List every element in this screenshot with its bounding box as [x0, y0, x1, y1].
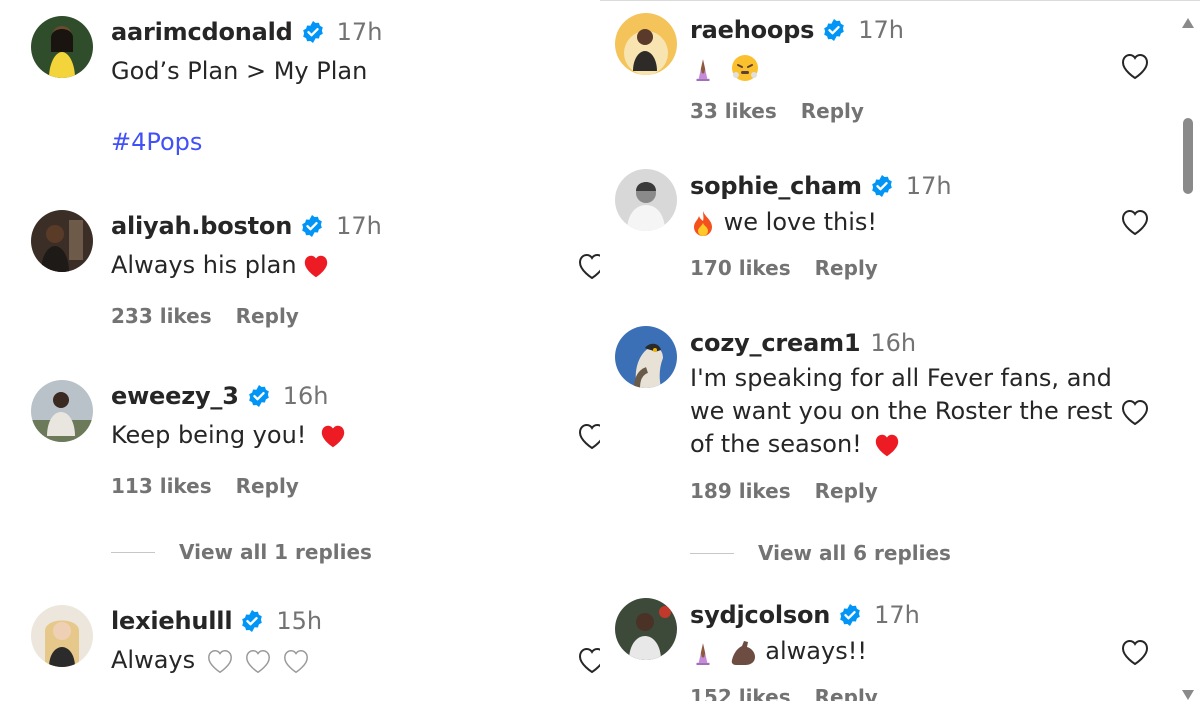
- comment-text: Always: [111, 644, 311, 677]
- like-heart-icon[interactable]: [1119, 51, 1151, 81]
- comment-text: Always his plan: [111, 249, 331, 282]
- like-heart-icon[interactable]: [576, 421, 600, 451]
- comment-text: [690, 51, 760, 84]
- verified-badge-icon: [247, 384, 271, 408]
- hashtag-link[interactable]: #4Pops: [111, 128, 202, 156]
- like-heart-icon[interactable]: [1119, 637, 1151, 667]
- username[interactable]: eweezy_3: [111, 382, 239, 410]
- username[interactable]: lexiehulll: [111, 607, 233, 635]
- white-heart-icon: [205, 647, 235, 675]
- username[interactable]: aarimcdonald: [111, 18, 293, 46]
- verified-badge-icon: [838, 603, 862, 627]
- like-heart-icon[interactable]: [576, 645, 600, 675]
- flexed-biceps-icon: [731, 641, 755, 665]
- comment-text-content: always!!: [765, 637, 867, 665]
- comment-text-content: we love this!: [723, 208, 878, 236]
- likes-count[interactable]: 170 likes: [690, 256, 791, 280]
- reply-button[interactable]: Reply: [801, 99, 864, 123]
- comment-text-content: Always: [111, 646, 196, 674]
- comment-text-content: Always his plan: [111, 251, 297, 279]
- scrollbar[interactable]: [1176, 0, 1200, 700]
- comment-text: God’s Plan > My Plan: [111, 57, 368, 85]
- likes-count[interactable]: 152 likes: [690, 685, 791, 701]
- right-comments-pane: raehoops 17h 33 likes Reply sophie_cham …: [600, 0, 1200, 701]
- divider-line: [690, 552, 734, 554]
- avatar[interactable]: [615, 598, 677, 660]
- scrollbar-thumb[interactable]: [1183, 118, 1193, 194]
- white-heart-icon: [243, 647, 273, 675]
- likes-count[interactable]: 33 likes: [690, 99, 777, 123]
- view-replies-label: View all 6 replies: [758, 541, 951, 565]
- username[interactable]: raehoops: [690, 16, 814, 44]
- verified-badge-icon: [301, 20, 325, 44]
- scroll-up-arrow-icon[interactable]: [1182, 18, 1194, 28]
- like-heart-icon[interactable]: [576, 251, 600, 281]
- red-heart-icon: [301, 252, 331, 280]
- verified-badge-icon: [822, 18, 846, 42]
- comment-text-content: of the season!: [690, 430, 862, 458]
- username[interactable]: sophie_cham: [690, 172, 862, 200]
- comment-time[interactable]: 17h: [336, 212, 382, 240]
- comment-text-content: Keep being you!: [111, 421, 307, 449]
- praying-hands-icon: [690, 54, 716, 82]
- comment-time[interactable]: 16h: [870, 329, 916, 357]
- comment-text-line-3: of the season!: [690, 428, 902, 461]
- left-comments-pane: aarimcdonald 17h God’s Plan > My Plan #4…: [0, 0, 600, 700]
- comment-time[interactable]: 16h: [283, 382, 329, 410]
- avatar[interactable]: [31, 16, 93, 78]
- verified-badge-icon: [300, 214, 324, 238]
- like-heart-icon[interactable]: [1119, 207, 1151, 237]
- avatar[interactable]: [615, 13, 677, 75]
- comment-text-line-2: we want you on the Roster the rest: [690, 397, 1113, 425]
- reply-button[interactable]: Reply: [815, 256, 878, 280]
- avatar[interactable]: [615, 326, 677, 388]
- comment-text: we love this!: [690, 206, 877, 239]
- comment-text: always!!: [690, 635, 867, 668]
- comment-text: Keep being you!: [111, 419, 348, 452]
- fire-icon: [694, 211, 712, 236]
- username[interactable]: aliyah.boston: [111, 212, 292, 240]
- likes-count[interactable]: 189 likes: [690, 479, 791, 503]
- red-heart-icon: [872, 431, 902, 459]
- username[interactable]: cozy_cream1: [690, 329, 861, 357]
- view-replies-label: View all 1 replies: [179, 540, 372, 564]
- verified-badge-icon: [240, 609, 264, 633]
- red-heart-icon: [318, 422, 348, 450]
- likes-count[interactable]: 233 likes: [111, 304, 212, 328]
- reply-button[interactable]: Reply: [236, 304, 299, 328]
- comment-text-line-1: I'm speaking for all Fever fans, and: [690, 364, 1112, 392]
- reply-button[interactable]: Reply: [236, 474, 299, 498]
- username[interactable]: sydjcolson: [690, 601, 830, 629]
- likes-count[interactable]: 113 likes: [111, 474, 212, 498]
- comment-time[interactable]: 17h: [858, 16, 904, 44]
- view-replies-button[interactable]: View all 6 replies: [690, 541, 951, 565]
- avatar[interactable]: [31, 210, 93, 272]
- like-heart-icon[interactable]: [1119, 397, 1151, 427]
- avatar[interactable]: [31, 605, 93, 667]
- reply-button[interactable]: Reply: [815, 685, 878, 701]
- verified-badge-icon: [870, 174, 894, 198]
- white-heart-icon: [281, 647, 311, 675]
- scroll-down-arrow-icon[interactable]: [1182, 690, 1194, 700]
- avatar[interactable]: [31, 380, 93, 442]
- view-replies-button[interactable]: View all 1 replies: [111, 540, 372, 564]
- praying-hands-icon: [690, 638, 716, 666]
- reply-button[interactable]: Reply: [815, 479, 878, 503]
- comment-time[interactable]: 17h: [874, 601, 920, 629]
- divider-line: [111, 551, 155, 553]
- avatar[interactable]: [615, 169, 677, 231]
- comment-time[interactable]: 17h: [337, 18, 383, 46]
- comment-time[interactable]: 17h: [906, 172, 952, 200]
- face-with-steam-icon: [731, 55, 758, 81]
- comment-time[interactable]: 15h: [276, 607, 322, 635]
